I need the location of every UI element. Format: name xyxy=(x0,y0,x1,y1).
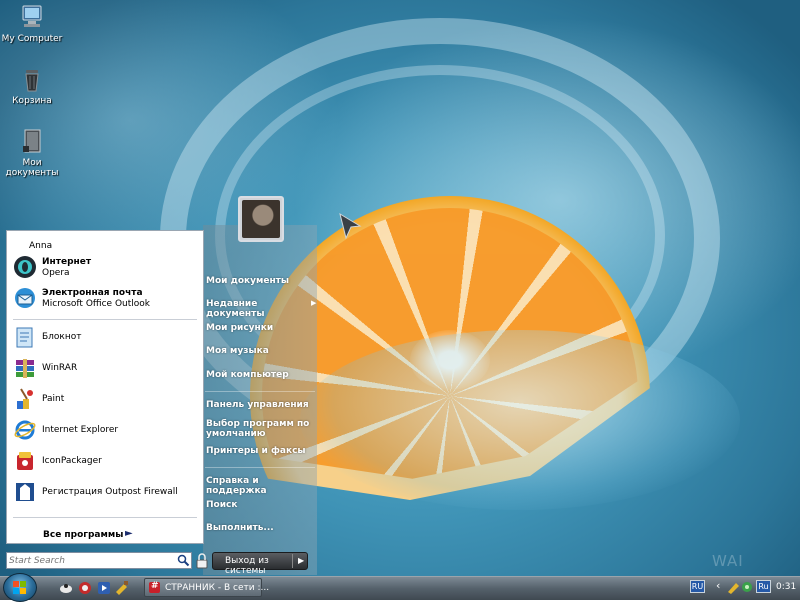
recent-item-internet-explorer[interactable]: Internet Explorer xyxy=(7,415,203,445)
menu-separator xyxy=(13,319,197,320)
recent-item-outpost-firewall[interactable]: Регистрация Outpost Firewall xyxy=(7,477,203,507)
taskbar-clock[interactable]: 0:31 xyxy=(776,582,796,592)
start-search-box[interactable] xyxy=(6,552,192,569)
recent-item-winrar[interactable]: WinRAR xyxy=(7,353,203,383)
pinned-item-title: Интернет xyxy=(42,257,92,267)
start-menu-programs-pane: Anna Интернет Opera Электронная почта Mi… xyxy=(6,230,204,544)
quicklaunch-tool-icon[interactable] xyxy=(114,580,130,596)
start-item-run[interactable]: Выполнить... xyxy=(206,523,314,533)
recent-item-label: WinRAR xyxy=(42,363,78,373)
tray-pencil-icon[interactable] xyxy=(727,580,740,594)
language-indicator[interactable]: Ru xyxy=(756,580,771,593)
desktop-icon-label: Мои документы xyxy=(5,158,59,178)
recent-item-label: Регистрация Outpost Firewall xyxy=(42,487,178,497)
wallpaper-watermark: WAI xyxy=(712,552,744,570)
start-item-search[interactable]: Поиск xyxy=(206,500,314,510)
taskbar-window-title: СТРАННИК - В сети :... xyxy=(165,583,270,593)
chevron-right-icon: ► xyxy=(125,528,133,539)
outpost-firewall-icon xyxy=(13,480,37,504)
start-menu-user-name: Anna xyxy=(29,241,53,251)
search-icon[interactable] xyxy=(177,554,190,567)
avatar-picture xyxy=(242,200,280,238)
my-documents-icon xyxy=(17,128,47,156)
menu-separator xyxy=(205,391,315,392)
pinned-item-subtitle: Microsoft Office Outlook xyxy=(42,299,150,309)
language-bar-button[interactable]: RU xyxy=(690,580,705,593)
pinned-item-email[interactable]: Электронная почта Microsoft Office Outlo… xyxy=(7,283,203,313)
start-button[interactable] xyxy=(3,573,37,602)
desktop-icon-label: My Computer xyxy=(1,34,63,44)
recycle-bin-icon xyxy=(17,66,47,94)
quicklaunch-browser-icon[interactable] xyxy=(77,580,93,596)
start-item-recent-documents[interactable]: Недавние документы xyxy=(206,299,314,319)
outlook-icon xyxy=(13,286,37,310)
paint-icon xyxy=(13,387,37,411)
start-item-default-programs[interactable]: Выбор программ по умолчанию xyxy=(206,419,314,439)
logoff-label: Выход из системы xyxy=(225,556,269,576)
recent-item-paint[interactable]: Paint xyxy=(7,384,203,414)
mouse-cursor-icon xyxy=(338,212,362,242)
submenu-arrow-icon: ▶ xyxy=(311,299,317,307)
recent-item-label: Internet Explorer xyxy=(42,425,119,435)
my-computer-icon xyxy=(17,4,47,32)
tray-network-icon[interactable] xyxy=(741,580,754,594)
desktop-icon-my-computer[interactable]: My Computer xyxy=(0,4,64,44)
recent-item-iconpackager[interactable]: IconPackager xyxy=(7,446,203,476)
start-item-my-computer[interactable]: Мой компьютер xyxy=(206,370,314,380)
quicklaunch-media-icon[interactable] xyxy=(96,580,112,596)
quicklaunch-show-desktop-icon[interactable] xyxy=(58,580,74,596)
start-item-printers-faxes[interactable]: Принтеры и факсы xyxy=(206,446,314,456)
start-item-my-documents[interactable]: Мои документы xyxy=(206,276,314,286)
start-menu: Мои документы Недавние документы ▶ Мои р… xyxy=(3,225,317,576)
menu-separator xyxy=(205,467,315,468)
chevron-right-icon[interactable]: ▶ xyxy=(298,556,304,565)
notepad-icon xyxy=(13,325,37,349)
pinned-item-subtitle: Opera xyxy=(42,268,70,278)
start-item-help-support[interactable]: Справка и поддержка xyxy=(206,476,314,496)
desktop-icon-label: Корзина xyxy=(12,96,52,106)
menu-separator xyxy=(13,517,197,518)
pinned-item-title: Электронная почта xyxy=(42,288,143,298)
recent-item-label: IconPackager xyxy=(42,456,102,466)
user-avatar[interactable] xyxy=(238,196,284,242)
start-item-my-music[interactable]: Моя музыка xyxy=(206,346,314,356)
logoff-button[interactable]: Выход из системы ▶ xyxy=(212,552,308,576)
wallpaper-water-splash xyxy=(300,330,740,510)
all-programs-button[interactable]: Все программы xyxy=(43,530,123,540)
taskbar-window-button[interactable]: СТРАННИК - В сети :... xyxy=(144,578,269,597)
internet-explorer-icon xyxy=(13,418,37,442)
app-icon xyxy=(149,581,160,593)
winrar-icon xyxy=(13,356,37,380)
start-item-my-pictures[interactable]: Мои рисунки xyxy=(206,323,314,333)
button-divider xyxy=(292,554,293,568)
pinned-item-internet[interactable]: Интернет Opera xyxy=(7,252,203,282)
lock-icon[interactable] xyxy=(195,552,209,569)
start-item-control-panel[interactable]: Панель управления xyxy=(206,400,314,410)
recent-item-label: Блокнот xyxy=(42,332,82,342)
opera-icon xyxy=(13,255,37,279)
iconpackager-icon xyxy=(13,449,37,473)
recent-item-notepad[interactable]: Блокнот xyxy=(7,322,203,352)
desktop-icon-my-documents[interactable]: Мои документы xyxy=(0,128,64,178)
recent-item-label: Paint xyxy=(42,394,65,404)
desktop-icon-recycle-bin[interactable]: Корзина xyxy=(0,66,64,106)
start-menu-right-pane: Мои документы Недавние документы ▶ Мои р… xyxy=(203,225,317,575)
tray-chevron-icon[interactable]: ‹ xyxy=(716,579,720,592)
windows-logo-icon xyxy=(13,581,27,594)
start-search-input[interactable] xyxy=(9,554,169,567)
